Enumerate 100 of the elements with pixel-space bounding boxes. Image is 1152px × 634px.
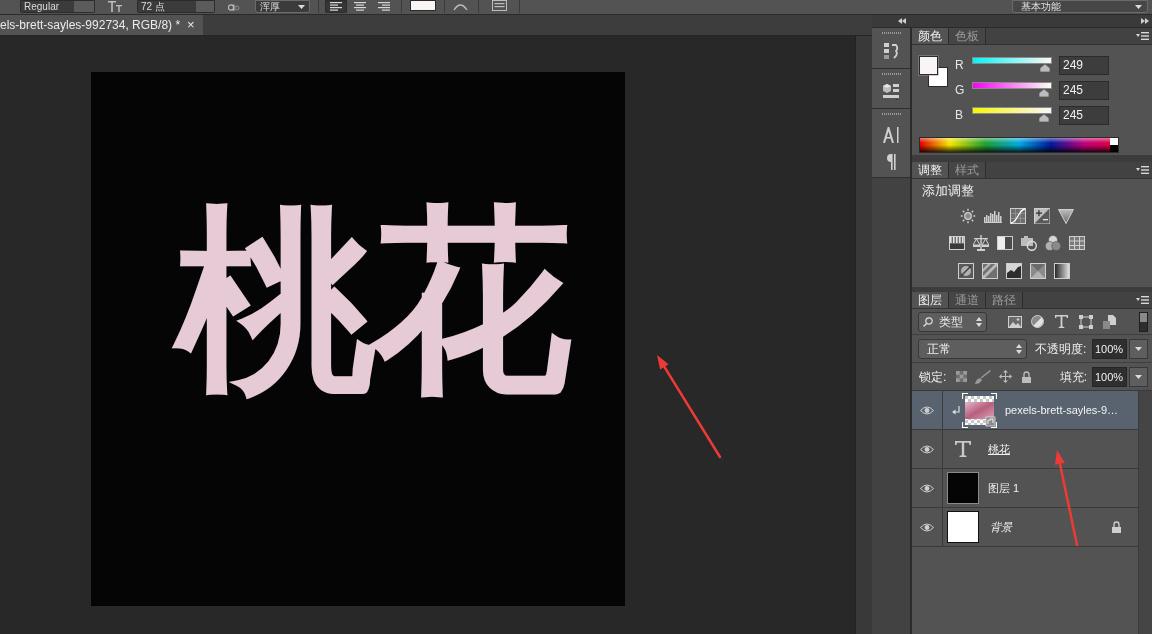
channel-slider[interactable] <box>972 82 1052 97</box>
fill-dropdown-button[interactable] <box>1129 366 1148 387</box>
gradient-icon[interactable] <box>1054 263 1070 279</box>
panel-tab[interactable]: 路径 <box>986 292 1023 308</box>
filter-toggle-switch[interactable] <box>1139 311 1148 332</box>
stripes-icon[interactable] <box>949 236 965 250</box>
updown-arrows-icon <box>1016 343 1022 354</box>
half-circle-icon[interactable] <box>1031 315 1044 328</box>
layer-row[interactable]: 图层 1 <box>912 469 1138 508</box>
squares-curve-icon[interactable] <box>883 43 899 59</box>
picture-icon[interactable] <box>1008 315 1022 328</box>
histogram-icon[interactable] <box>984 209 1002 223</box>
scrollbar-track[interactable] <box>1138 391 1152 634</box>
eye-icon <box>920 405 934 415</box>
workspace-dropdown[interactable]: 基本功能 <box>1012 0 1148 13</box>
color-spectrum-bar[interactable] <box>919 137 1119 153</box>
half-square-icon[interactable] <box>997 236 1013 250</box>
diagonal-stripes-icon[interactable] <box>982 263 998 279</box>
channel-value-field[interactable]: 249 <box>1059 56 1109 75</box>
blend-mode-dropdown[interactable]: 正常 <box>918 338 1027 359</box>
layer-thumbnail <box>962 392 997 428</box>
scales-icon[interactable] <box>973 235 989 251</box>
triangle-icon[interactable] <box>1058 208 1074 224</box>
panel-heading: 添加调整 <box>922 183 974 199</box>
layer-name: 桃花 <box>988 442 1010 456</box>
cube-icon[interactable] <box>883 84 899 100</box>
font-style-dropdown[interactable]: Regular <box>20 0 95 13</box>
eye-icon <box>920 522 934 532</box>
brush-icon[interactable] <box>975 369 992 384</box>
lock-label: 锁定: <box>919 369 947 384</box>
layer-row[interactable]: 桃花 <box>912 430 1138 469</box>
list-box-icon <box>492 0 507 11</box>
panel-tab[interactable]: 通道 <box>949 292 986 308</box>
lock-icon[interactable] <box>1022 370 1032 383</box>
curve-icon[interactable] <box>1010 208 1026 224</box>
area-chart-icon[interactable] <box>1006 263 1022 279</box>
panel-menu-icon[interactable] <box>1136 296 1149 304</box>
eye-icon <box>920 444 934 454</box>
caret-icon <box>1135 374 1142 379</box>
layer-name: 图层 1 <box>988 481 1020 495</box>
channel-slider[interactable] <box>972 107 1052 122</box>
layer-name: pexels-brett-sayles-9… <box>1005 403 1119 417</box>
text-color-swatch[interactable] <box>410 0 436 11</box>
opacity-field[interactable]: 100% <box>1092 338 1127 359</box>
align-left-button[interactable] <box>325 0 347 13</box>
layer-thumbnail <box>947 472 979 504</box>
arc-icon <box>453 2 468 11</box>
align-center-icon <box>354 2 366 11</box>
grid-icon[interactable] <box>1069 236 1085 250</box>
type-icon[interactable] <box>1055 315 1068 328</box>
transform-box-icon[interactable] <box>1079 314 1093 329</box>
channel-label: B <box>955 107 964 123</box>
layer-row[interactable]: pexels-brett-sayles-9… <box>912 391 1138 430</box>
filter-type-dropdown[interactable]: 类型 <box>918 311 987 332</box>
color-swatches-icon[interactable] <box>918 55 948 87</box>
fill-field[interactable]: 100% <box>1092 366 1127 387</box>
align-left-icon <box>330 2 342 11</box>
plus-minus-icon[interactable] <box>1034 208 1050 224</box>
document-tab[interactable]: els-brett-sayles-992734, RGB/8) * × <box>0 15 203 35</box>
expand-panels-icon[interactable] <box>1141 18 1149 24</box>
channel-slider[interactable] <box>972 57 1052 72</box>
close-tab-button[interactable]: × <box>187 18 195 32</box>
slashed-circle-icon[interactable] <box>958 263 974 279</box>
layer-row[interactable]: 背景 <box>912 508 1138 547</box>
pages-icon[interactable] <box>1103 314 1116 329</box>
panel-tab[interactable]: 样式 <box>949 162 986 178</box>
layer-name: 背景 <box>990 520 1012 534</box>
paragraph-icon[interactable] <box>886 154 896 170</box>
layer-thumbnail <box>947 511 979 543</box>
caret-icon <box>298 4 305 9</box>
search-icon <box>923 316 933 327</box>
document-title: els-brett-sayles-992734, RGB/8) * <box>0 18 181 32</box>
anti-alias-icon <box>228 2 240 11</box>
panel-tab[interactable]: 颜色 <box>912 28 949 44</box>
caret-icon <box>1135 4 1142 9</box>
eye-icon <box>920 483 934 493</box>
channel-value-field[interactable]: 245 <box>1059 106 1109 125</box>
cross-square-icon[interactable] <box>1030 263 1046 279</box>
updown-arrows-icon <box>976 316 982 327</box>
text-layer-icon <box>955 441 971 457</box>
move-icon[interactable] <box>999 370 1013 383</box>
font-size-field[interactable]: 72 点 <box>137 0 215 13</box>
character-icon[interactable] <box>883 127 899 143</box>
panel-menu-icon[interactable] <box>1136 32 1149 40</box>
channel-label: G <box>955 82 966 98</box>
collapse-dock-icon[interactable] <box>898 18 906 24</box>
sun-icon[interactable] <box>960 208 976 224</box>
panel-tab[interactable]: 调整 <box>912 162 949 178</box>
font-size-icon <box>108 1 122 12</box>
anti-alias-dropdown[interactable]: 浑厚 <box>255 0 310 13</box>
opacity-dropdown-button[interactable] <box>1129 338 1148 359</box>
camera-icon[interactable] <box>1021 235 1037 251</box>
channel-label: R <box>955 57 965 73</box>
channel-value-field[interactable]: 245 <box>1059 81 1109 100</box>
panel-menu-icon[interactable] <box>1136 166 1149 174</box>
three-circles-icon[interactable] <box>1045 235 1061 251</box>
checkerboard-icon[interactable] <box>956 371 968 382</box>
caret-icon <box>1135 346 1142 351</box>
fill-label: 填充: <box>1059 369 1087 384</box>
panel-tab[interactable]: 图层 <box>912 292 949 308</box>
